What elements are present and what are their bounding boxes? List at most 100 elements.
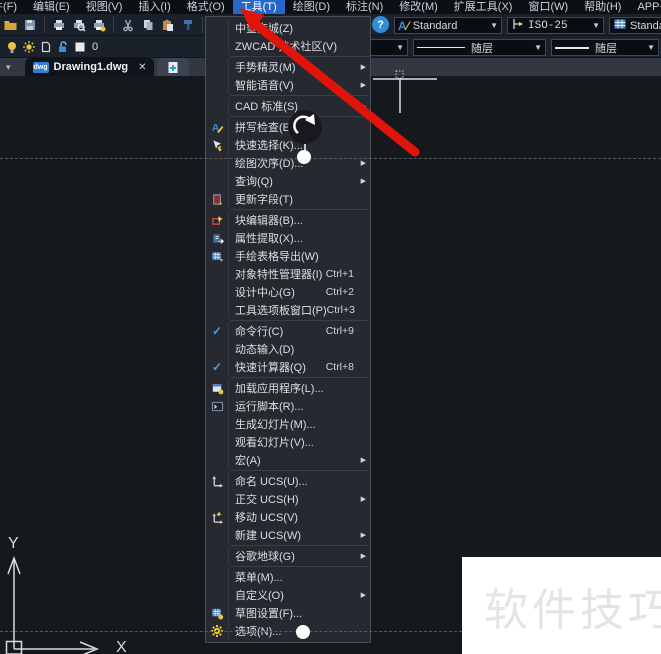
print-icon[interactable] <box>49 16 69 34</box>
submenu-arrow-icon: ▶ <box>361 63 366 71</box>
menubar-item[interactable]: 文件(F) <box>0 0 25 14</box>
toolbar-icons <box>0 16 227 34</box>
menu-item-label: 查询(Q) <box>235 173 273 189</box>
menu-item[interactable]: 命名 UCS(U)... <box>206 472 370 490</box>
menubar-item[interactable]: 编辑(E) <box>25 0 78 14</box>
menubar-item[interactable]: 窗口(W) <box>520 0 576 14</box>
watermark-text: 软件技巧 <box>462 574 661 638</box>
menu-item[interactable]: 快速选择(K)... <box>206 136 370 154</box>
menu-item[interactable]: 对象特性管理器(I)Ctrl+1 <box>206 265 370 283</box>
menu-item[interactable]: 属性提取(X)... <box>206 229 370 247</box>
menu-item[interactable]: 移动 UCS(V) <box>206 508 370 526</box>
menu-item[interactable]: 智能语音(V)▶ <box>206 76 370 94</box>
menu-gutter <box>206 433 229 451</box>
bulb-icon[interactable] <box>3 38 20 56</box>
menu-item[interactable]: 草图设置(F)... <box>206 604 370 622</box>
menu-item[interactable]: CAD 标准(S)▶ <box>206 97 370 115</box>
color-swatch-icon[interactable] <box>71 38 88 56</box>
menu-item[interactable]: 宏(A)▶ <box>206 451 370 469</box>
paste-icon[interactable] <box>158 16 178 34</box>
dim-style-dropdown[interactable]: ISO-25 ▼ <box>507 17 604 34</box>
menu-item[interactable]: 自定义(O)▶ <box>206 586 370 604</box>
menu-item[interactable]: ✓快速计算器(Q)Ctrl+8 <box>206 358 370 376</box>
menubar-item[interactable]: 插入(I) <box>130 0 178 14</box>
menu-gutter <box>206 58 229 76</box>
close-tab-icon[interactable]: ✕ <box>138 62 146 73</box>
menu-item[interactable]: 运行脚本(R)... <box>206 397 370 415</box>
tools-menu: 中望商城(Z)ZWCAD 技术社区(V)手势精灵(M)▶智能语音(V)▶CAD … <box>205 16 371 643</box>
help-icon[interactable]: ? <box>372 16 389 33</box>
document-tab[interactable]: dwg Drawing1.dwg ✕ <box>25 58 155 76</box>
toolbar-separator <box>44 17 45 33</box>
submenu-arrow-icon: ▶ <box>361 495 366 503</box>
text-style-dropdown[interactable]: A⁄ Standard ▼ <box>394 17 502 34</box>
table-style-dropdown[interactable]: Standard <box>609 17 661 34</box>
menu-item[interactable]: ✓命令行(C)Ctrl+9 <box>206 322 370 340</box>
menu-item[interactable]: 中望商城(Z) <box>206 19 370 37</box>
cut-icon[interactable] <box>118 16 138 34</box>
lineweight-dropdown[interactable]: 随层 ▼ <box>551 39 659 56</box>
submenu-arrow-icon: ▶ <box>361 81 366 89</box>
toolbar-separator <box>113 17 114 33</box>
paper-icon[interactable] <box>37 38 54 56</box>
current-layer-label: 0 <box>92 41 98 53</box>
menu-item[interactable]: 绘图次序(D)...▶ <box>206 154 370 172</box>
menu-item[interactable]: 手绘表格导出(W) <box>206 247 370 265</box>
menu-item[interactable]: 块编辑器(B)... <box>206 211 370 229</box>
open-folder-icon[interactable] <box>0 16 20 34</box>
menubar-item[interactable]: 绘图(D) <box>285 0 338 14</box>
menu-item[interactable]: 工具选项板窗口(P)Ctrl+3 <box>206 301 370 319</box>
menu-item[interactable]: 查询(Q)▶ <box>206 172 370 190</box>
plot-icon[interactable] <box>89 16 109 34</box>
menubar-item[interactable]: 扩展工具(X) <box>446 0 521 14</box>
menu-item[interactable]: 设计中心(G)Ctrl+2 <box>206 283 370 301</box>
menubar-item[interactable]: 格式(O) <box>179 0 233 14</box>
menu-gutter <box>206 451 229 469</box>
menu-item-label: 对象特性管理器(I) <box>235 266 322 282</box>
menu-item[interactable]: 加载应用程序(L)... <box>206 379 370 397</box>
menu-item-label: 中望商城(Z) <box>235 20 293 36</box>
check-icon: ✓ <box>206 322 229 340</box>
menu-item-label: 菜单(M)... <box>235 569 283 585</box>
menu-item[interactable]: 生成幻灯片(M)... <box>206 415 370 433</box>
menubar-item[interactable]: 帮助(H) <box>576 0 629 14</box>
menu-item-label: 手势精灵(M) <box>235 59 296 75</box>
menu-item[interactable]: 新建 UCS(W)▶ <box>206 526 370 544</box>
menubar-item[interactable]: 工具(T) <box>233 0 285 14</box>
menu-item[interactable]: ZWCAD 技术社区(V) <box>206 37 370 55</box>
tab-list-caret[interactable]: ▾ <box>0 62 17 76</box>
layer-dropdown-partial[interactable]: ▼ <box>368 39 408 56</box>
new-tab-button[interactable] <box>157 58 189 76</box>
linetype-value: 随层 <box>471 40 493 56</box>
menubar-item[interactable]: 视图(V) <box>78 0 131 14</box>
menu-item[interactable]: 谷歌地球(G)▶ <box>206 547 370 565</box>
sun-icon[interactable] <box>20 38 37 56</box>
menu-item[interactable]: 更新字段(T) <box>206 190 370 208</box>
menu-item[interactable]: 动态输入(D) <box>206 340 370 358</box>
watermark-panel: 软件技巧 <box>462 557 661 654</box>
unlock-icon[interactable] <box>54 38 71 56</box>
menu-gutter <box>206 301 229 319</box>
menu-item[interactable]: A拼写检查(E) <box>206 118 370 136</box>
save-icon[interactable] <box>20 16 40 34</box>
menubar-item[interactable]: APP+ <box>629 0 661 14</box>
menubar-item[interactable]: 修改(M) <box>391 0 446 14</box>
menu-item[interactable]: 菜单(M)... <box>206 568 370 586</box>
dim-style-value: ISO-25 <box>528 20 568 32</box>
linetype-dropdown[interactable]: 随层 ▼ <box>413 39 546 56</box>
menu-item-label: CAD 标准(S) <box>235 98 298 114</box>
submenu-arrow-icon: ▶ <box>361 456 366 464</box>
menu-item-label: 手绘表格导出(W) <box>235 248 319 264</box>
menu-item[interactable]: 正交 UCS(H)▶ <box>206 490 370 508</box>
menu-item-label: 设计中心(G) <box>235 284 295 300</box>
menubar-item[interactable]: 标注(N) <box>338 0 391 14</box>
text-style-icon: A⁄ <box>398 19 409 33</box>
menu-item-label: 移动 UCS(V) <box>235 509 298 525</box>
print-preview-icon[interactable] <box>69 16 89 34</box>
menu-item[interactable]: 手势精灵(M) ▶ <box>206 58 370 76</box>
format-painter-icon[interactable] <box>178 16 198 34</box>
menu-gutter <box>206 265 229 283</box>
copy-icon[interactable] <box>138 16 158 34</box>
lineweight-sample <box>555 47 589 49</box>
menu-item[interactable]: 观看幻灯片(V)... <box>206 433 370 451</box>
